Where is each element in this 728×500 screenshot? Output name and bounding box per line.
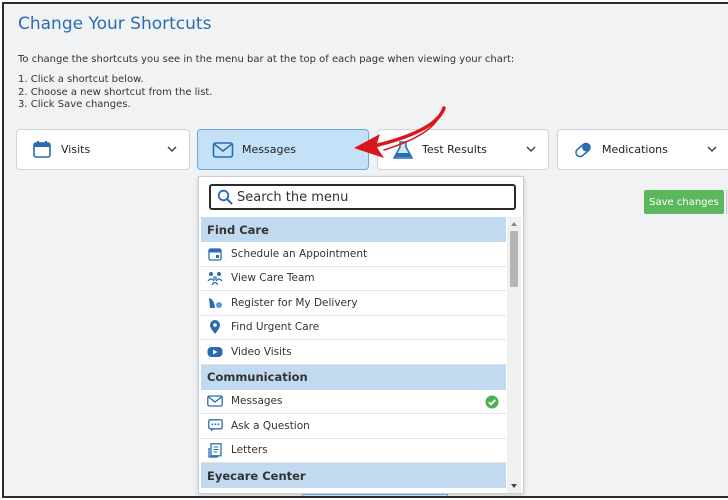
instruction-steps: 1. Click a shortcut below. 2. Choose a n… xyxy=(18,74,213,112)
shortcut-medications[interactable]: Medications xyxy=(557,129,728,170)
menu-item-label: Video Visits xyxy=(231,345,292,358)
section-find-care: Find Care xyxy=(201,217,506,242)
menu-item-label: Messages xyxy=(231,395,283,408)
menu-list: Find Care Schedule an Appointment View C… xyxy=(201,217,506,493)
menu-item-label: Register for My Delivery xyxy=(231,296,358,309)
menu-item-letters[interactable]: Letters xyxy=(201,438,506,463)
chevron-down-icon xyxy=(526,146,536,153)
envelope-icon xyxy=(212,140,234,160)
menu-item-label: View Care Team xyxy=(231,272,315,285)
section-eyecare-center: Eyecare Center xyxy=(201,463,506,488)
menu-item-view-care-team[interactable]: View Care Team xyxy=(201,266,506,291)
calendar-icon xyxy=(31,140,53,160)
menu-item-label: Find Urgent Care xyxy=(231,321,320,334)
step-2: 2. Choose a new shortcut from the list. xyxy=(18,86,213,98)
annotation-arrow-icon xyxy=(354,106,446,158)
section-communication: Communication xyxy=(201,364,506,390)
shortcut-label: Visits xyxy=(61,143,91,156)
calendar-icon xyxy=(207,246,223,262)
scroll-up-arrow-icon[interactable] xyxy=(510,220,518,228)
menu-item-schedule-appointment[interactable]: Schedule an Appointment xyxy=(201,242,506,267)
pills-icon xyxy=(572,140,594,160)
underlying-element-edge xyxy=(302,494,448,496)
step-1: 1. Click a shortcut below. xyxy=(18,74,144,85)
save-changes-button[interactable]: Save changes xyxy=(644,190,724,214)
page-title: Change Your Shortcuts xyxy=(18,14,212,34)
menu-item-find-urgent-care[interactable]: Find Urgent Care xyxy=(201,315,506,340)
delivery-icon xyxy=(207,295,223,311)
menu-item-label: Letters xyxy=(231,444,268,457)
search-icon xyxy=(217,189,233,205)
menu-item-label: Schedule an Appointment xyxy=(231,247,368,260)
step-3: 3. Click Save changes. xyxy=(18,99,131,110)
menu-item-messages[interactable]: Messages xyxy=(201,389,506,414)
chat-icon xyxy=(207,418,223,434)
scrollbar-thumb[interactable] xyxy=(510,231,518,287)
shortcut-menu-dropdown: Find Care Schedule an Appointment View C… xyxy=(198,176,524,494)
chevron-down-icon xyxy=(707,146,717,153)
search-box[interactable] xyxy=(209,184,516,210)
shortcuts-panel: Change Your Shortcuts To change the shor… xyxy=(2,2,728,498)
scroll-down-arrow-icon[interactable] xyxy=(510,482,518,490)
shortcut-visits[interactable]: Visits xyxy=(16,129,190,170)
care-team-icon xyxy=(207,270,223,286)
envelope-icon xyxy=(207,393,223,409)
menu-item-ask-question[interactable]: Ask a Question xyxy=(201,414,506,439)
shortcut-label: Messages xyxy=(242,143,296,156)
selected-check-icon xyxy=(485,395,499,408)
video-icon xyxy=(207,344,223,360)
menu-item-video-visits[interactable]: Video Visits xyxy=(201,340,506,365)
menu-item-label: Ask a Question xyxy=(231,419,310,432)
search-input[interactable] xyxy=(237,189,507,205)
menu-item-register-delivery[interactable]: Register for My Delivery xyxy=(201,291,506,316)
intro-text: To change the shortcuts you see in the m… xyxy=(18,54,515,65)
letter-icon xyxy=(207,442,223,458)
map-pin-icon xyxy=(207,319,223,335)
shortcut-label: Medications xyxy=(602,143,668,156)
menu-scrollbar[interactable] xyxy=(507,217,521,493)
chevron-down-icon xyxy=(167,146,177,153)
